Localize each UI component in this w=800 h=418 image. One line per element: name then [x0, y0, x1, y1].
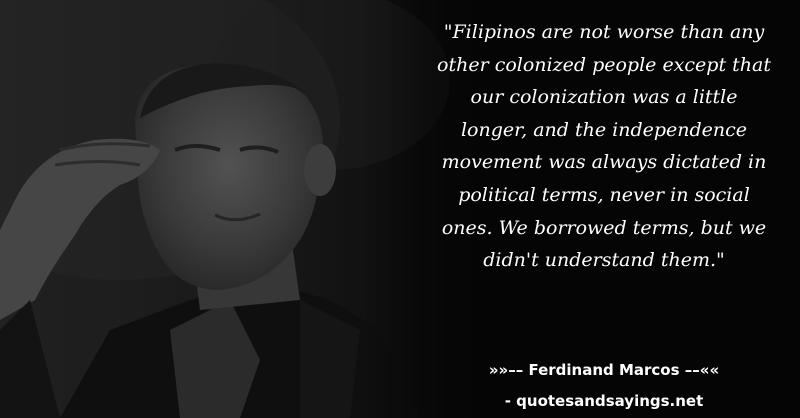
quote-author: »»–– Ferdinand Marcos ––«« [488, 361, 720, 379]
quote-card: "Filipinos are not worse than any other … [0, 0, 800, 418]
website-credit: - quotesandsayings.net [504, 392, 704, 410]
quote-line: other colonized people except that [437, 53, 771, 76]
quote-line: our colonization was a little [470, 86, 738, 109]
quote-line: political terms, never in social [458, 183, 750, 206]
quote-line: movement was always dictated in [441, 151, 767, 174]
quote-line: "Filipinos are not worse than any [443, 21, 765, 43]
quote-line: ones. We borrowed terms, but we [441, 216, 767, 239]
quote-line: didn't understand them." [483, 249, 725, 272]
quote-text: "Filipinos are not worse than any other … [420, 16, 788, 277]
quote-line: longer, and the independence [460, 118, 748, 141]
